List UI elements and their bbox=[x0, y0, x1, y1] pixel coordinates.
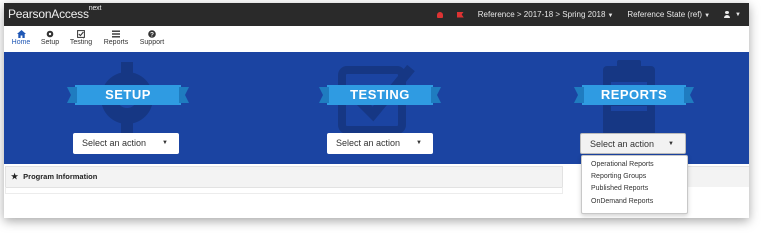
menu-item-reporting-groups[interactable]: Reporting Groups bbox=[591, 173, 646, 180]
reports-action-select[interactable]: Select an action ▼ bbox=[580, 133, 686, 154]
chevron-down-icon: ▼ bbox=[704, 13, 711, 19]
admin-period-label: Reference > 2017-18 > Spring 2018 bbox=[477, 10, 606, 19]
brand-logo[interactable]: PearsonAccessnext bbox=[8, 5, 102, 21]
star-icon: ★ bbox=[11, 172, 19, 181]
brand-name: PearsonAccess bbox=[8, 7, 89, 21]
setup-action-label: Select an action bbox=[82, 138, 147, 148]
gear-icon bbox=[46, 30, 54, 37]
action-banner: SETUP Select an action ▼ TESTING Select … bbox=[4, 52, 749, 164]
testing-action-label: Select an action bbox=[336, 138, 401, 148]
setup-action-select[interactable]: Select an action ▼ bbox=[73, 133, 179, 154]
notification-bell-icon[interactable] bbox=[436, 11, 443, 18]
browser-window: PearsonAccessnext Reference > 2017-18 > … bbox=[4, 3, 749, 218]
question-icon: ? bbox=[148, 29, 156, 38]
nav-reports[interactable]: Reports bbox=[103, 29, 129, 46]
top-bar: PearsonAccessnext Reference > 2017-18 > … bbox=[4, 3, 749, 26]
chevron-down-icon: ▼ bbox=[735, 11, 741, 18]
menu-item-published-reports[interactable]: Published Reports bbox=[591, 185, 648, 192]
chevron-down-icon: ▼ bbox=[668, 141, 674, 147]
brand-superscript: next bbox=[88, 5, 102, 12]
program-information-panel[interactable]: ★ Program Information bbox=[5, 166, 563, 188]
admin-period-dropdown[interactable]: Reference > 2017-18 > Spring 2018 ▼ bbox=[478, 10, 614, 19]
user-menu[interactable]: ▼ bbox=[724, 11, 741, 18]
program-information-title: Program Information bbox=[23, 172, 98, 181]
svg-text:?: ? bbox=[150, 31, 154, 38]
reports-action-label: Select an action bbox=[590, 139, 655, 149]
organization-label: Reference State (ref) bbox=[627, 10, 703, 19]
menu-item-ondemand-reports[interactable]: OnDemand Reports bbox=[591, 198, 653, 205]
reports-ribbon: REPORTS bbox=[582, 85, 686, 105]
organization-dropdown[interactable]: Reference State (ref) ▼ bbox=[627, 10, 710, 19]
testing-action-select[interactable]: Select an action ▼ bbox=[327, 133, 433, 154]
nav-setup[interactable]: Setup bbox=[40, 29, 60, 46]
chevron-down-icon: ▼ bbox=[162, 140, 168, 146]
testing-ribbon: TESTING bbox=[327, 85, 433, 105]
right-panel-header bbox=[687, 166, 749, 187]
nav-home[interactable]: Home bbox=[11, 29, 31, 46]
nav-setup-label: Setup bbox=[40, 39, 60, 46]
menu-item-operational-reports[interactable]: Operational Reports bbox=[591, 161, 654, 168]
setup-ribbon: SETUP bbox=[75, 85, 181, 105]
nav-home-label: Home bbox=[11, 39, 31, 46]
main-nav: Home Setup Testing Reports ? Support bbox=[4, 26, 749, 52]
nav-testing[interactable]: Testing bbox=[69, 29, 93, 46]
program-information-body bbox=[5, 187, 563, 194]
flag-icon[interactable] bbox=[456, 11, 464, 18]
nav-reports-label: Reports bbox=[103, 39, 129, 46]
chevron-down-icon: ▼ bbox=[607, 13, 614, 19]
nav-support-label: Support bbox=[139, 39, 165, 46]
checkbox-icon bbox=[77, 29, 85, 38]
list-icon bbox=[112, 30, 120, 37]
home-icon bbox=[16, 29, 26, 38]
nav-testing-label: Testing bbox=[69, 39, 93, 46]
nav-support[interactable]: ? Support bbox=[139, 29, 165, 46]
reports-dropdown-menu: Operational Reports Reporting Groups Pub… bbox=[581, 155, 688, 214]
user-icon bbox=[724, 11, 731, 18]
top-right-controls: Reference > 2017-18 > Spring 2018 ▼ Refer… bbox=[436, 3, 741, 26]
chevron-down-icon: ▼ bbox=[416, 140, 422, 146]
